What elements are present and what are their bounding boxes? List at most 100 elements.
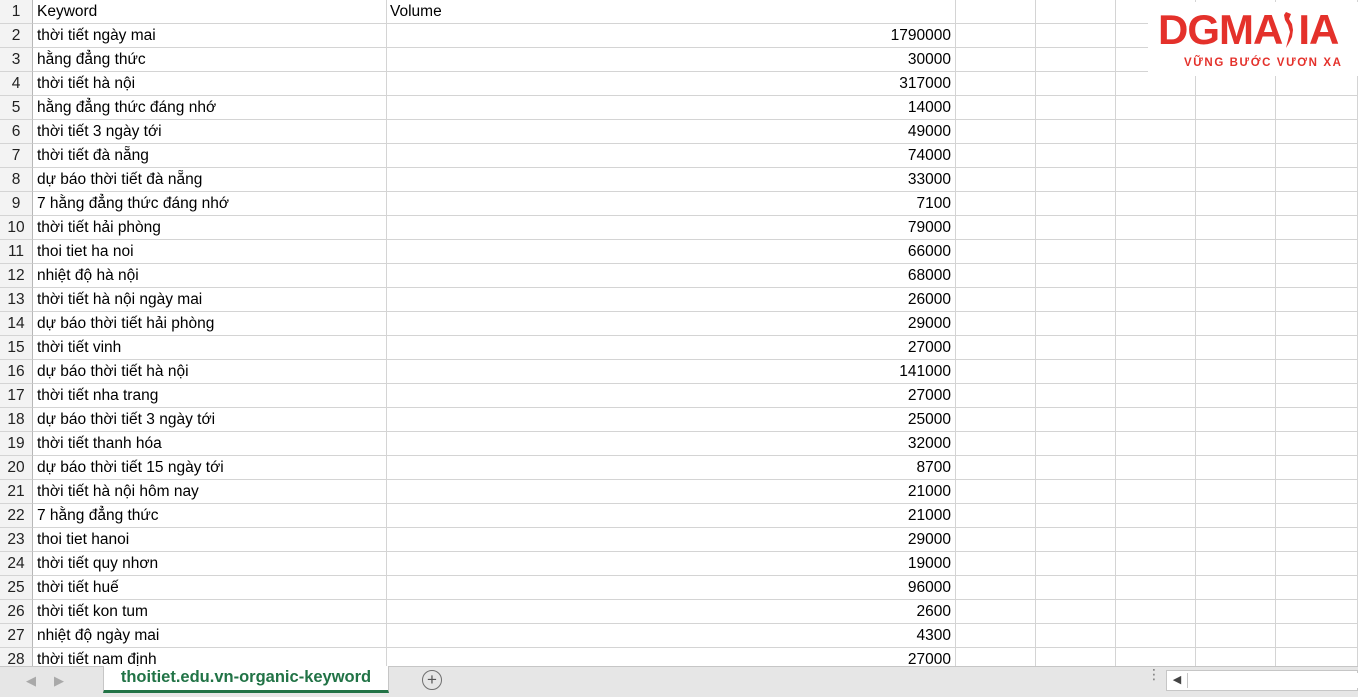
keyword-cell[interactable]: 7 hằng đẳng thức đáng nhớ (33, 192, 387, 216)
empty-cell[interactable] (1036, 192, 1116, 216)
volume-cell[interactable]: 29000 (387, 312, 956, 336)
empty-cell[interactable] (1036, 504, 1116, 528)
keyword-cell[interactable]: nhiệt độ hà nội (33, 264, 387, 288)
empty-cell[interactable] (1196, 552, 1276, 576)
volume-cell[interactable]: 27000 (387, 648, 956, 666)
row-number[interactable]: 28 (0, 648, 33, 666)
empty-cell[interactable] (1036, 0, 1116, 24)
volume-cell[interactable]: 141000 (387, 360, 956, 384)
row-number[interactable]: 3 (0, 48, 33, 72)
volume-cell[interactable]: 8700 (387, 456, 956, 480)
empty-cell[interactable] (1036, 168, 1116, 192)
empty-cell[interactable] (1196, 576, 1276, 600)
keyword-cell[interactable]: dự báo thời tiết hải phòng (33, 312, 387, 336)
empty-cell[interactable] (1276, 288, 1358, 312)
empty-cell[interactable] (1036, 360, 1116, 384)
row-number[interactable]: 15 (0, 336, 33, 360)
empty-cell[interactable] (1276, 264, 1358, 288)
empty-cell[interactable] (1276, 216, 1358, 240)
empty-cell[interactable] (956, 312, 1036, 336)
empty-cell[interactable] (1036, 456, 1116, 480)
empty-cell[interactable] (956, 528, 1036, 552)
empty-cell[interactable] (1116, 576, 1196, 600)
empty-cell[interactable] (1036, 312, 1116, 336)
empty-cell[interactable] (956, 168, 1036, 192)
scrollbar-thumb[interactable] (1187, 673, 1358, 688)
row-number[interactable]: 26 (0, 600, 33, 624)
empty-cell[interactable] (956, 288, 1036, 312)
volume-column-header[interactable]: Volume (387, 0, 956, 24)
empty-cell[interactable] (956, 0, 1036, 24)
keyword-cell[interactable]: thời tiết huế (33, 576, 387, 600)
row-number[interactable]: 27 (0, 624, 33, 648)
empty-cell[interactable] (1036, 432, 1116, 456)
empty-cell[interactable] (1036, 648, 1116, 666)
row-number[interactable]: 13 (0, 288, 33, 312)
volume-cell[interactable]: 25000 (387, 408, 956, 432)
empty-cell[interactable] (1036, 600, 1116, 624)
row-number[interactable]: 12 (0, 264, 33, 288)
keyword-cell[interactable]: dự báo thời tiết hà nội (33, 360, 387, 384)
empty-cell[interactable] (1116, 168, 1196, 192)
empty-cell[interactable] (1036, 48, 1116, 72)
empty-cell[interactable] (1036, 528, 1116, 552)
empty-cell[interactable] (956, 96, 1036, 120)
empty-cell[interactable] (956, 24, 1036, 48)
sheet-tab-active[interactable]: thoitiet.edu.vn-organic-keyword (103, 666, 389, 693)
empty-cell[interactable] (1276, 624, 1358, 648)
volume-cell[interactable]: 96000 (387, 576, 956, 600)
keyword-cell[interactable]: 7 hằng đẳng thức (33, 504, 387, 528)
empty-cell[interactable] (1196, 120, 1276, 144)
empty-cell[interactable] (1116, 288, 1196, 312)
volume-cell[interactable]: 7100 (387, 192, 956, 216)
volume-cell[interactable]: 27000 (387, 384, 956, 408)
empty-cell[interactable] (1116, 144, 1196, 168)
empty-cell[interactable] (956, 336, 1036, 360)
empty-cell[interactable] (1196, 312, 1276, 336)
empty-cell[interactable] (1196, 456, 1276, 480)
spreadsheet-grid[interactable]: 1 Keyword Volume 2 thời tiết ngày mai 1790000… (0, 0, 1358, 666)
empty-cell[interactable] (1276, 144, 1358, 168)
volume-cell[interactable]: 68000 (387, 264, 956, 288)
scroll-left-arrow-icon[interactable]: ◀ (1169, 673, 1185, 688)
empty-cell[interactable] (1116, 504, 1196, 528)
keyword-cell[interactable]: thời tiết hà nội (33, 72, 387, 96)
empty-cell[interactable] (1276, 408, 1358, 432)
empty-cell[interactable] (956, 360, 1036, 384)
row-number[interactable]: 5 (0, 96, 33, 120)
row-number[interactable]: 17 (0, 384, 33, 408)
empty-cell[interactable] (1116, 120, 1196, 144)
empty-cell[interactable] (1276, 600, 1358, 624)
row-number[interactable]: 4 (0, 72, 33, 96)
empty-cell[interactable] (1196, 168, 1276, 192)
empty-cell[interactable] (1036, 408, 1116, 432)
keyword-cell[interactable]: thời tiết hà nội ngày mai (33, 288, 387, 312)
empty-cell[interactable] (1196, 408, 1276, 432)
empty-cell[interactable] (1116, 600, 1196, 624)
empty-cell[interactable] (956, 600, 1036, 624)
empty-cell[interactable] (1276, 240, 1358, 264)
empty-cell[interactable] (956, 456, 1036, 480)
empty-cell[interactable] (1036, 24, 1116, 48)
volume-cell[interactable]: 49000 (387, 120, 956, 144)
empty-cell[interactable] (1116, 480, 1196, 504)
keyword-cell[interactable]: dự báo thời tiết đà nẵng (33, 168, 387, 192)
empty-cell[interactable] (1196, 192, 1276, 216)
volume-cell[interactable]: 30000 (387, 48, 956, 72)
empty-cell[interactable] (1276, 192, 1358, 216)
empty-cell[interactable] (1036, 120, 1116, 144)
row-number[interactable]: 16 (0, 360, 33, 384)
empty-cell[interactable] (956, 384, 1036, 408)
volume-cell[interactable]: 79000 (387, 216, 956, 240)
empty-cell[interactable] (956, 624, 1036, 648)
empty-cell[interactable] (956, 144, 1036, 168)
keyword-cell[interactable]: thời tiết hải phòng (33, 216, 387, 240)
empty-cell[interactable] (1196, 264, 1276, 288)
empty-cell[interactable] (956, 216, 1036, 240)
row-number[interactable]: 24 (0, 552, 33, 576)
empty-cell[interactable] (1036, 480, 1116, 504)
keyword-cell[interactable]: thoi tiet ha noi (33, 240, 387, 264)
empty-cell[interactable] (1196, 336, 1276, 360)
empty-cell[interactable] (1116, 528, 1196, 552)
volume-cell[interactable]: 66000 (387, 240, 956, 264)
